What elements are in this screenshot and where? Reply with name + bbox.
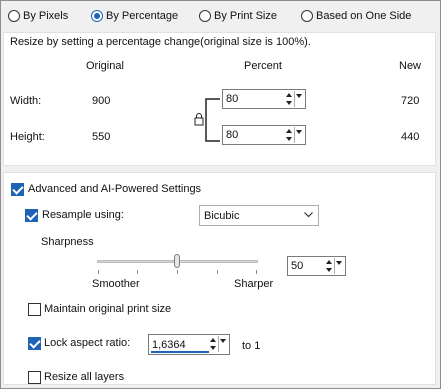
radio-indicator	[199, 10, 211, 22]
sharpness-label: Sharpness	[41, 236, 94, 248]
resample-method-select[interactable]: Bicubic	[199, 205, 319, 226]
width-original: 900	[92, 95, 111, 107]
radio-indicator	[301, 10, 313, 22]
sharpness-value-input[interactable]: 50	[287, 256, 346, 276]
spin-arrows-icon[interactable]	[324, 258, 334, 274]
resample-label: Resample using:	[42, 209, 124, 221]
dropdown-arrow-icon[interactable]	[294, 91, 304, 107]
sharper-label: Sharper	[234, 278, 274, 290]
dropdown-arrow-icon[interactable]	[218, 336, 228, 352]
radio-based-on-one-side[interactable]: Based on One Side	[301, 8, 411, 24]
resize-layers-label: Resize all layers	[44, 371, 125, 383]
slider-tick	[98, 270, 99, 274]
dropdown-arrow-icon[interactable]	[334, 258, 344, 274]
aspect-ratio-value: 1,6364	[152, 339, 186, 351]
column-percent: Percent	[244, 60, 282, 72]
maintain-print-checkbox[interactable]	[28, 303, 41, 316]
resample-method-value: Bicubic	[204, 210, 240, 222]
chevron-down-icon	[304, 212, 313, 218]
height-original: 550	[92, 131, 111, 143]
smoother-label: Smoother	[92, 278, 140, 290]
radio-by-percentage[interactable]: By Percentage	[91, 8, 178, 24]
column-new: New	[399, 60, 422, 72]
slider-tick	[256, 270, 257, 274]
lock-icon[interactable]	[193, 112, 205, 126]
slider-tick	[137, 270, 138, 274]
radio-by-pixels[interactable]: By Pixels	[8, 8, 68, 24]
resample-checkbox[interactable]	[25, 209, 38, 222]
radio-indicator	[8, 10, 20, 22]
spin-arrows-icon[interactable]	[208, 336, 218, 352]
sharpness-value: 50	[291, 260, 304, 272]
width-label: Width:	[10, 95, 42, 107]
dropdown-arrow-icon[interactable]	[294, 127, 304, 143]
maintain-print-label: Maintain original print size	[44, 303, 172, 315]
height-label: Height:	[10, 131, 45, 143]
aspect-suffix: to 1	[242, 340, 261, 352]
slider-tick	[177, 270, 178, 274]
radio-label: Based on One Side	[316, 10, 412, 22]
height-new: 440	[401, 131, 420, 143]
lock-aspect-checkbox[interactable]	[28, 337, 41, 350]
radio-label: By Print Size	[214, 10, 277, 22]
advanced-checkbox[interactable]	[11, 183, 24, 196]
width-percent-input[interactable]: 80	[222, 89, 306, 109]
resize-layers-checkbox[interactable]	[28, 371, 41, 384]
focus-underline	[151, 351, 209, 353]
slider-tick	[217, 270, 218, 274]
radio-indicator	[91, 10, 103, 22]
advanced-label: Advanced and AI-Powered Settings	[28, 183, 202, 195]
height-percent-input[interactable]: 80	[222, 125, 306, 145]
radio-label: By Pixels	[23, 10, 69, 22]
aspect-ratio-input[interactable]: 1,6364	[148, 334, 230, 355]
spin-arrows-icon[interactable]	[284, 127, 294, 143]
width-new: 720	[401, 95, 420, 107]
spin-arrows-icon[interactable]	[284, 91, 294, 107]
height-percent-value: 80	[226, 129, 239, 141]
radio-label: By Percentage	[106, 10, 179, 22]
description-text: Resize by setting a percentage change(or…	[10, 36, 311, 48]
radio-by-print-size[interactable]: By Print Size	[199, 8, 277, 24]
column-original: Original	[86, 60, 124, 72]
lock-aspect-label: Lock aspect ratio:	[44, 337, 131, 349]
sharpness-slider-thumb[interactable]	[174, 254, 180, 268]
width-percent-value: 80	[226, 93, 239, 105]
